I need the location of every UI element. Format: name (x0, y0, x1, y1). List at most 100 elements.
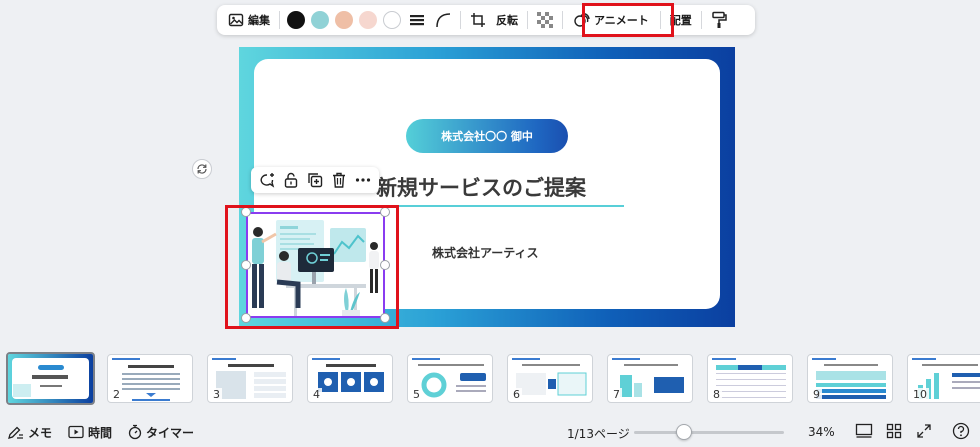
expand-icon (917, 424, 931, 438)
slide-number: 5 (411, 388, 422, 401)
play-screen-icon (68, 425, 84, 439)
animate-icon (574, 12, 590, 27)
timing-label: 時間 (88, 425, 113, 440)
color-swatch-pink[interactable] (359, 11, 377, 29)
element-toolbar: 編集 反転 アニメート 配置 (217, 5, 755, 35)
lock-button[interactable] (284, 172, 298, 188)
zoom-slider-knob[interactable] (676, 424, 692, 440)
grid-icon (886, 423, 902, 439)
image-edit-icon (228, 13, 244, 27)
slide-thumbnail-8[interactable]: 8 (707, 354, 793, 403)
slide-view-icon (855, 423, 873, 438)
toolbar-divider (700, 11, 702, 29)
resize-handle-mid-left[interactable] (241, 260, 251, 270)
zoom-level[interactable]: 34% (808, 425, 835, 439)
animate-label: アニメート (594, 14, 649, 27)
corner-rounding-button[interactable] (430, 7, 456, 33)
color-swatch-black[interactable] (287, 11, 305, 29)
resize-handle-mid-right[interactable] (380, 260, 390, 270)
slide-number: 2 (111, 388, 122, 401)
timer-button[interactable]: タイマー (128, 424, 194, 441)
crop-button[interactable] (465, 7, 491, 33)
slide-number: 9 (811, 388, 822, 401)
recipient-text: 株式会社〇〇 御中 (441, 130, 533, 143)
slide-number: 10 (911, 388, 929, 401)
thumbnail-preview (8, 354, 93, 403)
slide-thumbnail-7[interactable]: 7 (607, 354, 693, 403)
crop-icon (471, 13, 485, 27)
animate-button[interactable]: アニメート (569, 7, 654, 33)
delete-button[interactable] (332, 172, 346, 188)
fullscreen-button[interactable] (916, 423, 932, 443)
toolbar-divider (562, 11, 563, 29)
copy-style-button[interactable] (706, 7, 732, 33)
toolbar-divider (460, 11, 461, 29)
color-swatch-white[interactable] (383, 11, 401, 29)
trash-icon (332, 172, 345, 188)
slide-thumbnail-4[interactable]: 4 (307, 354, 393, 403)
resize-handle-bottom-left[interactable] (241, 313, 251, 323)
help-button[interactable] (952, 422, 970, 444)
add-comment-button[interactable] (259, 172, 275, 188)
slide-thumbnail-1[interactable] (6, 352, 95, 405)
slide-number: 4 (311, 388, 322, 401)
zoom-slider-track[interactable] (634, 431, 784, 434)
timer-label: タイマー (146, 425, 195, 440)
flip-label: 反転 (496, 14, 518, 27)
resize-handle-bottom-right[interactable] (380, 313, 390, 323)
transparency-button[interactable] (532, 7, 558, 33)
timing-button[interactable]: 時間 (68, 424, 112, 441)
slide-thumbnail-5[interactable]: 5 (407, 354, 493, 403)
element-context-menu (251, 167, 379, 193)
slide-thumbnail-3[interactable]: 3 (207, 354, 293, 403)
notes-label: メモ (28, 425, 53, 440)
slide-thumbnail-2[interactable]: 2 (107, 354, 193, 403)
help-circle-icon (952, 422, 970, 440)
slide-number: 3 (211, 388, 222, 401)
border-style-button[interactable] (404, 7, 430, 33)
rotate-handle[interactable] (192, 159, 212, 179)
page-indicator: 1/13ページ (567, 427, 630, 441)
notes-view-button[interactable] (855, 423, 873, 443)
color-swatch-teal[interactable] (311, 11, 329, 29)
flip-button[interactable]: 反転 (491, 7, 523, 33)
paint-roller-icon (712, 11, 727, 28)
edit-button[interactable]: 編集 (223, 7, 275, 33)
recipient-pill[interactable]: 株式会社〇〇 御中 (406, 119, 568, 153)
stopwatch-icon (128, 424, 142, 440)
color-swatch-peach[interactable] (335, 11, 353, 29)
pencil-lines-icon (8, 426, 23, 439)
arrange-label: 配置 (669, 14, 692, 27)
lock-icon (284, 172, 298, 188)
company-name[interactable]: 株式会社アーティス (432, 244, 539, 261)
resize-handle-top-left[interactable] (241, 207, 251, 217)
slide-thumbnail-strip: 2 3 4 5 6 7 8 9 10 (0, 346, 980, 408)
slide-thumbnail-6[interactable]: 6 (507, 354, 593, 403)
selection-box (246, 212, 385, 318)
resize-handle-top-right[interactable] (380, 207, 390, 217)
duplicate-button[interactable] (307, 172, 323, 188)
border-style-icon (410, 15, 424, 26)
more-options-button[interactable] (355, 177, 371, 183)
toolbar-divider (527, 11, 528, 29)
transparency-checker-icon (537, 12, 553, 28)
duplicate-icon (308, 173, 323, 188)
title-underline (374, 205, 624, 207)
slide-number: 7 (611, 388, 622, 401)
comment-add-icon (260, 173, 275, 188)
edit-label: 編集 (248, 14, 270, 27)
more-dots-icon (355, 178, 370, 182)
arrange-button[interactable]: 配置 (665, 7, 697, 33)
slide-thumbnail-10[interactable]: 10 (907, 354, 980, 403)
slide-thumbnail-9[interactable]: 9 (807, 354, 893, 403)
slide-number: 8 (711, 388, 722, 401)
notes-button[interactable]: メモ (8, 424, 52, 441)
rotate-icon (197, 164, 207, 174)
toolbar-divider (659, 11, 661, 29)
toolbar-divider (279, 11, 280, 29)
slide-title[interactable]: 新規サービスのご提案 (376, 172, 586, 202)
slide-number: 6 (511, 388, 522, 401)
grid-view-button[interactable] (886, 423, 902, 443)
bottom-bar: メモ 時間 タイマー 1/13ページ 34% (0, 417, 980, 447)
corner-curve-icon (436, 13, 451, 28)
